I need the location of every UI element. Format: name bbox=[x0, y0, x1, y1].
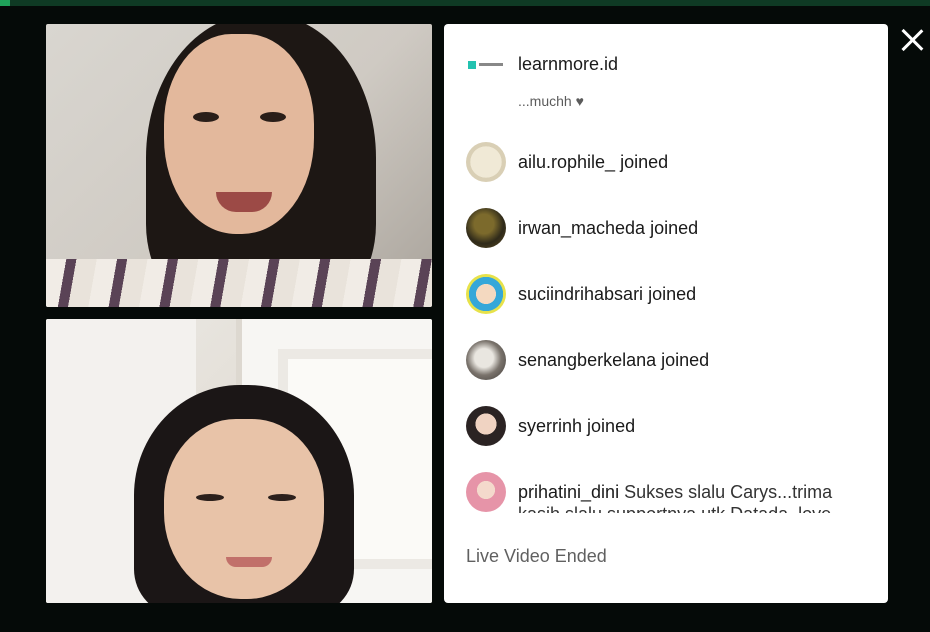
comment-username[interactable]: prihatini_dini bbox=[518, 482, 619, 502]
comment-row: suciindrihabsari joined bbox=[466, 274, 696, 314]
comment-username[interactable]: suciindrihabsari bbox=[518, 284, 643, 304]
guest-face bbox=[164, 419, 324, 599]
comment-row: prihatini_dini Sukses slalu Carys...trim… bbox=[466, 472, 848, 513]
account-name[interactable]: learnmore.id bbox=[518, 54, 618, 75]
learnmore-logo-icon bbox=[468, 59, 506, 71]
faded-comment: ...muchh ♥ bbox=[518, 96, 584, 109]
comment-action: joined bbox=[587, 416, 636, 436]
accent-marker bbox=[0, 0, 10, 6]
comment-row: ailu.rophile_ joined bbox=[466, 142, 668, 182]
avatar[interactable] bbox=[466, 340, 506, 380]
avatar[interactable] bbox=[466, 406, 506, 446]
comment-row: senangberkelana joined bbox=[466, 340, 709, 380]
comment-action: joined bbox=[650, 218, 699, 238]
live-video-host bbox=[46, 24, 432, 307]
comment-row: syerrinh joined bbox=[466, 406, 635, 446]
guest-eye-left bbox=[196, 494, 224, 501]
live-video-guest bbox=[46, 319, 432, 603]
comment-username[interactable]: syerrinh bbox=[518, 416, 582, 436]
comment-action: joined bbox=[661, 350, 710, 370]
comment-username[interactable]: irwan_macheda bbox=[518, 218, 645, 238]
comment-action: joined bbox=[648, 284, 697, 304]
panel-header: learnmore.id bbox=[468, 54, 618, 75]
guest-eye-right bbox=[268, 494, 296, 501]
comment-action: joined bbox=[620, 152, 669, 172]
avatar[interactable] bbox=[466, 208, 506, 248]
comment-username[interactable]: senangberkelana bbox=[518, 350, 656, 370]
guest-mouth bbox=[226, 557, 272, 567]
live-comments-panel: learnmore.id ...muchh ♥ ailu.rophile_ jo… bbox=[444, 24, 888, 603]
host-shirt bbox=[46, 259, 432, 307]
host-eye-left bbox=[193, 112, 219, 122]
avatar[interactable] bbox=[466, 142, 506, 182]
top-accent-bar bbox=[0, 0, 930, 6]
avatar[interactable] bbox=[466, 274, 506, 314]
host-eye-right bbox=[260, 112, 286, 122]
avatar[interactable] bbox=[466, 472, 506, 512]
close-icon[interactable] bbox=[898, 26, 926, 54]
comment-row: irwan_macheda joined bbox=[466, 208, 698, 248]
comment-username[interactable]: ailu.rophile_ bbox=[518, 152, 615, 172]
live-video-ended-label: Live Video Ended bbox=[466, 546, 607, 566]
